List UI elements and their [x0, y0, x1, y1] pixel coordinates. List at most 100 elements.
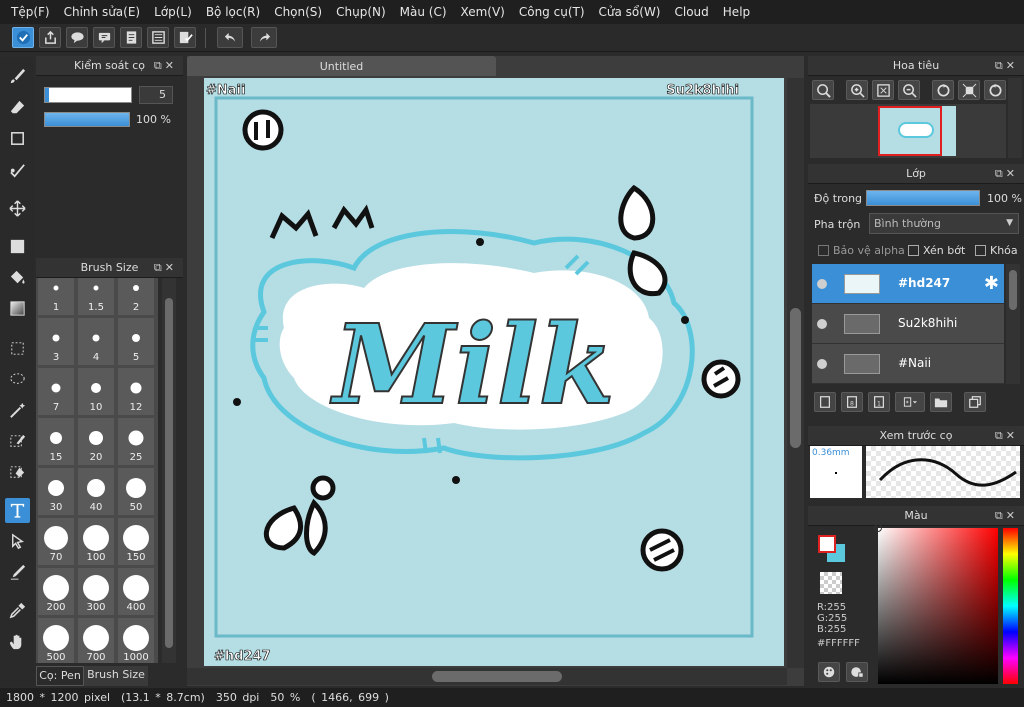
primary-color-swatch[interactable]: [818, 535, 836, 553]
color-palette-button[interactable]: [846, 662, 868, 682]
panel-float-close-icon[interactable]: ⧉✕: [995, 59, 1018, 73]
redo-button[interactable]: [251, 27, 277, 48]
zoom-fit-button[interactable]: [812, 80, 834, 100]
ruler-tool[interactable]: [5, 158, 30, 183]
magic-wand-tool[interactable]: [5, 398, 30, 423]
canvas-horizontal-scroll-thumb[interactable]: [432, 671, 562, 682]
brush-size-preset[interactable]: 2: [118, 278, 155, 316]
brush-size-preset[interactable]: 30: [38, 468, 75, 516]
brush-size-slider[interactable]: [44, 87, 132, 103]
clipping-checkbox[interactable]: Xén bớt: [908, 244, 965, 257]
select-pen-tool[interactable]: [5, 429, 30, 454]
artwork-canvas[interactable]: #Naii Su2k8hihi #hd247 Milk: [204, 78, 784, 666]
brush-size-preset[interactable]: 1.5: [78, 278, 115, 316]
panel-float-close-icon[interactable]: ⧉✕: [995, 167, 1018, 181]
menu-select[interactable]: Chọn(S): [267, 5, 329, 19]
layer-scroll-thumb[interactable]: [1009, 270, 1017, 310]
panel-float-close-icon[interactable]: ⧉✕: [154, 261, 177, 275]
brush-size-preset[interactable]: 15: [38, 418, 75, 466]
comment-button[interactable]: [66, 27, 88, 48]
zoom-out-button[interactable]: [898, 80, 920, 100]
operation-tool[interactable]: [5, 529, 30, 554]
bucket-tool[interactable]: [5, 265, 30, 290]
tab-brush-pen[interactable]: Cọ: Pen: [36, 666, 84, 686]
brush-size-value[interactable]: 5: [139, 86, 173, 104]
brush-size-preset[interactable]: 150: [118, 518, 155, 566]
panel-float-close-icon[interactable]: ⧉✕: [995, 509, 1018, 523]
rotate-left-button[interactable]: [932, 80, 954, 100]
menu-help[interactable]: Help: [716, 5, 757, 19]
brush-size-preset[interactable]: 200: [38, 568, 75, 616]
canvas-vertical-scrollbar[interactable]: [787, 78, 804, 668]
layer-item-naii[interactable]: #Naii: [812, 344, 1004, 384]
brush-size-preset[interactable]: 12: [118, 368, 155, 416]
actual-size-button[interactable]: [958, 80, 980, 100]
navigator-viewport-box[interactable]: [878, 106, 942, 156]
move-tool[interactable]: [5, 196, 30, 221]
new-layer-1bit-button[interactable]: 1: [868, 392, 890, 412]
layer-list-scrollbar[interactable]: [1006, 264, 1020, 384]
hue-slider[interactable]: [1003, 528, 1018, 684]
text-tool[interactable]: [5, 498, 30, 523]
layer-item-hd247[interactable]: #hd247 ✱: [812, 264, 1004, 304]
panel-float-close-icon[interactable]: ⧉✕: [154, 59, 177, 73]
duplicate-layer-button[interactable]: [964, 392, 986, 412]
list-button[interactable]: [147, 27, 169, 48]
brush-size-preset[interactable]: 1: [38, 278, 75, 316]
brush-size-preset[interactable]: 70: [38, 518, 75, 566]
color-picker-cursor[interactable]: [874, 524, 882, 532]
brush-size-preset[interactable]: 300: [78, 568, 115, 616]
lasso-tool[interactable]: [5, 367, 30, 392]
brush-size-preset[interactable]: 50: [118, 468, 155, 516]
menu-capture[interactable]: Chụp(N): [329, 5, 393, 19]
eye-icon[interactable]: [817, 359, 827, 369]
brush-size-preset[interactable]: 3: [38, 318, 75, 366]
message-button[interactable]: [93, 27, 115, 48]
brush-size-preset[interactable]: 20: [78, 418, 115, 466]
layer-opacity-slider[interactable]: [866, 190, 980, 206]
select-rect-tool[interactable]: [5, 336, 30, 361]
eye-icon[interactable]: [817, 319, 827, 329]
brush-size-preset[interactable]: 25: [118, 418, 155, 466]
brush-size-preset[interactable]: 1000: [118, 618, 155, 663]
brush-size-preset[interactable]: 7: [38, 368, 75, 416]
hand-tool[interactable]: [5, 629, 30, 654]
checklist-button[interactable]: [174, 27, 196, 48]
menu-layer[interactable]: Lớp(L): [147, 5, 199, 19]
menu-tools[interactable]: Công cụ(T): [512, 5, 592, 19]
color-saturation-field[interactable]: [874, 524, 998, 684]
protect-alpha-checkbox[interactable]: Bảo vệ alpha: [818, 244, 905, 257]
brush-size-scrollbar[interactable]: [162, 278, 176, 663]
brush-size-preset[interactable]: 5: [118, 318, 155, 366]
navigator-scrollbar[interactable]: [1008, 78, 1022, 158]
layer-item-su2k8hihi[interactable]: Su2k8hihi: [812, 304, 1004, 344]
shape-tool[interactable]: [5, 126, 30, 151]
blend-mode-select[interactable]: Bình thường ▼: [869, 213, 1019, 234]
document-tab[interactable]: Untitled: [187, 56, 496, 76]
menu-color[interactable]: Màu (C): [393, 5, 454, 19]
menu-file[interactable]: Tệp(F): [4, 5, 57, 19]
fill-rectangle-tool[interactable]: [5, 234, 30, 259]
menu-view[interactable]: Xem(V): [454, 5, 512, 19]
transparent-color-swatch[interactable]: [820, 572, 842, 594]
eye-icon[interactable]: [817, 279, 827, 289]
document-button[interactable]: [120, 27, 142, 48]
brush-size-preset[interactable]: 40: [78, 468, 115, 516]
check-button[interactable]: [12, 27, 34, 48]
canvas-vertical-scroll-thumb[interactable]: [790, 308, 801, 448]
color-wheel-button[interactable]: [818, 662, 840, 682]
new-layer-button[interactable]: [814, 392, 836, 412]
menu-filter[interactable]: Bộ lọc(R): [199, 5, 267, 19]
tab-brush-size[interactable]: Brush Size: [84, 666, 148, 686]
menu-cloud[interactable]: Cloud: [668, 5, 716, 19]
select-eraser-tool[interactable]: [5, 460, 30, 485]
lock-checkbox[interactable]: Khóa: [975, 244, 1018, 257]
add-layer-menu-button[interactable]: [895, 392, 925, 412]
panel-float-close-icon[interactable]: ⧉✕: [995, 429, 1018, 443]
gear-icon[interactable]: ✱: [984, 273, 999, 294]
menu-window[interactable]: Cửa sổ(W): [592, 5, 668, 19]
fit-window-button[interactable]: [872, 80, 894, 100]
rotate-right-button[interactable]: [984, 80, 1006, 100]
new-folder-button[interactable]: [930, 392, 952, 412]
brush-size-preset[interactable]: 100: [78, 518, 115, 566]
